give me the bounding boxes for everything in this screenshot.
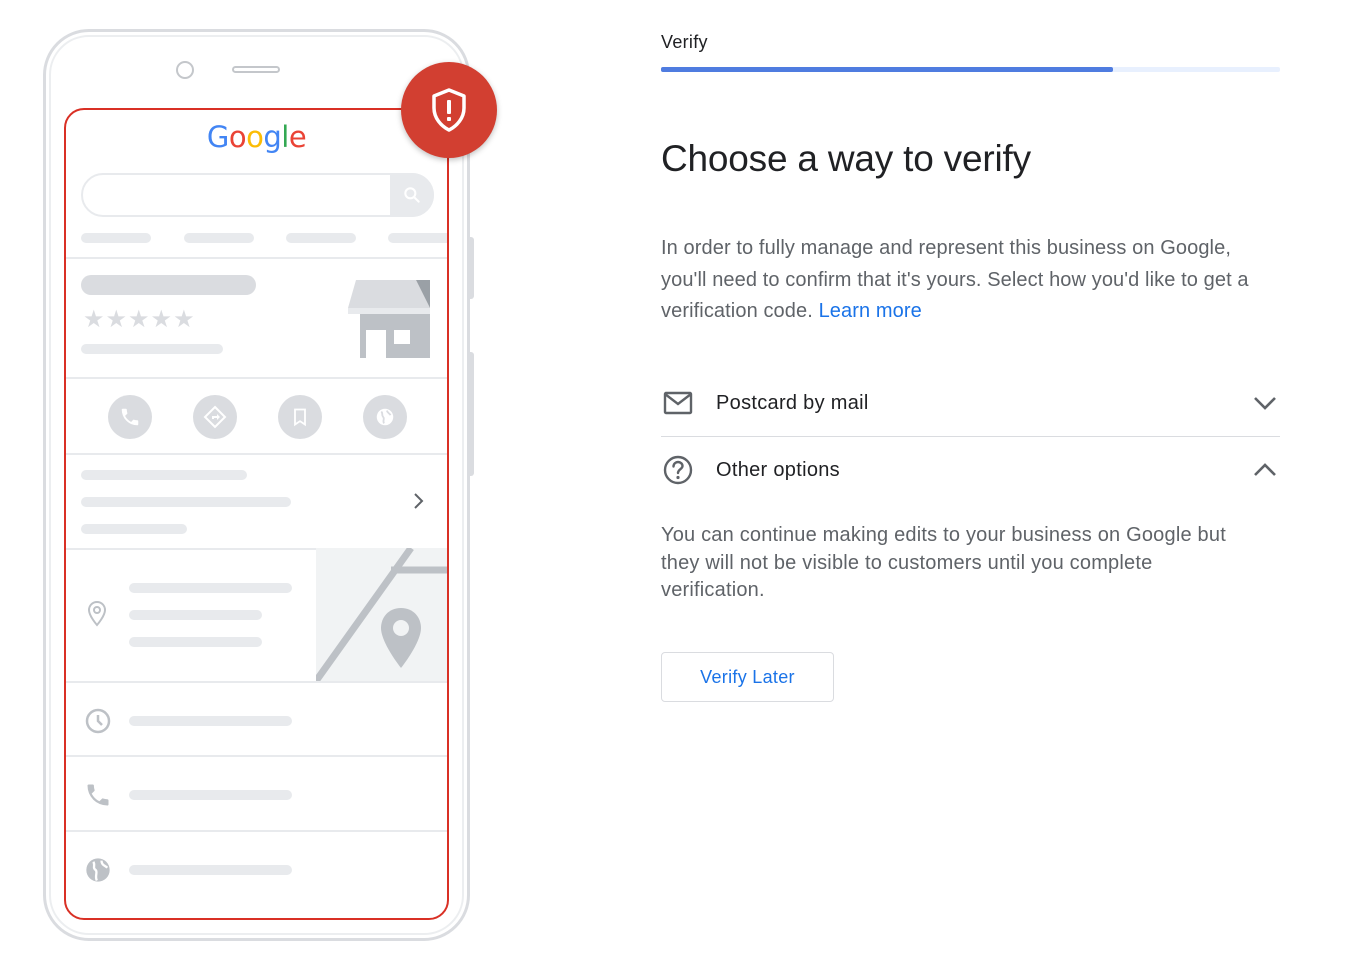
google-logo: Google [66,120,447,154]
logo-letter: G [206,120,229,154]
placeholder-bar [81,524,187,534]
logo-letter: o [246,120,264,154]
placeholder-bar [184,233,254,243]
search-bar [81,173,434,217]
progress-bar-fill [661,67,1113,72]
placeholder-bar [129,610,262,620]
placeholder-bar [129,865,292,875]
option-other-options[interactable]: Other options [661,442,1280,498]
placeholder-bar [129,637,262,647]
placeholder-bar [129,583,292,593]
logo-letter: e [288,120,307,154]
step-label: Verify [661,32,708,52]
logo-letter: l [281,120,289,154]
placeholder-bar [286,233,356,243]
divider [66,830,447,832]
globe-icon [84,856,112,884]
shield-alert-icon [401,62,497,158]
phone-side-button [467,352,474,476]
verify-later-button[interactable]: Verify Later [661,652,834,702]
placeholder-bar [388,233,447,243]
option-postcard-by-mail[interactable]: Postcard by mail [661,375,1280,431]
divider [66,681,447,683]
phone-illustration: Google ★★★★★ [0,0,520,967]
placeholder-bar [129,716,292,726]
divider [66,755,447,757]
directions-icon [193,395,237,439]
mail-icon [661,386,695,420]
placeholder-bar [81,275,256,295]
phone-side-button [467,237,474,299]
bookmark-icon [278,395,322,439]
verify-panel: Verify Choose a way to verify In order t… [661,0,1281,967]
divider [661,436,1280,437]
storefront-icon [346,278,432,365]
phone-screen: Google ★★★★★ [64,108,449,920]
page-title: Choose a way to verify [661,138,1031,179]
other-options-description: You can continue making edits to your bu… [661,524,1226,601]
rating-stars: ★★★★★ [83,306,196,333]
learn-more-link[interactable]: Learn more [819,300,922,322]
location-pin-icon [86,600,108,628]
chevron-right-icon [410,491,426,516]
placeholder-bar [129,790,292,800]
placeholder-bar [81,344,223,354]
phone-icon [84,781,112,809]
map-thumbnail [316,548,447,681]
placeholder-bar [81,497,291,507]
divider [66,257,447,259]
option-label: Other options [716,458,840,481]
intro-body: In order to fully manage and represent t… [661,237,1249,322]
help-circle-icon [661,453,695,487]
chevron-down-icon[interactable] [1250,388,1280,418]
logo-letter: g [263,120,282,154]
divider [66,453,447,455]
chevron-up-icon[interactable] [1250,455,1280,485]
search-icon [390,173,434,217]
placeholder-bar [81,470,247,480]
globe-icon [363,395,407,439]
camera-icon [176,61,194,79]
divider [66,377,447,379]
speaker-icon [232,66,280,73]
logo-letter: o [228,120,247,154]
progress-bar [661,67,1280,72]
intro-text: In order to fully manage and represent t… [661,233,1261,328]
option-label: Postcard by mail [716,391,869,414]
phone-action-icon [108,395,152,439]
clock-icon [84,707,112,735]
placeholder-bar [81,233,151,243]
